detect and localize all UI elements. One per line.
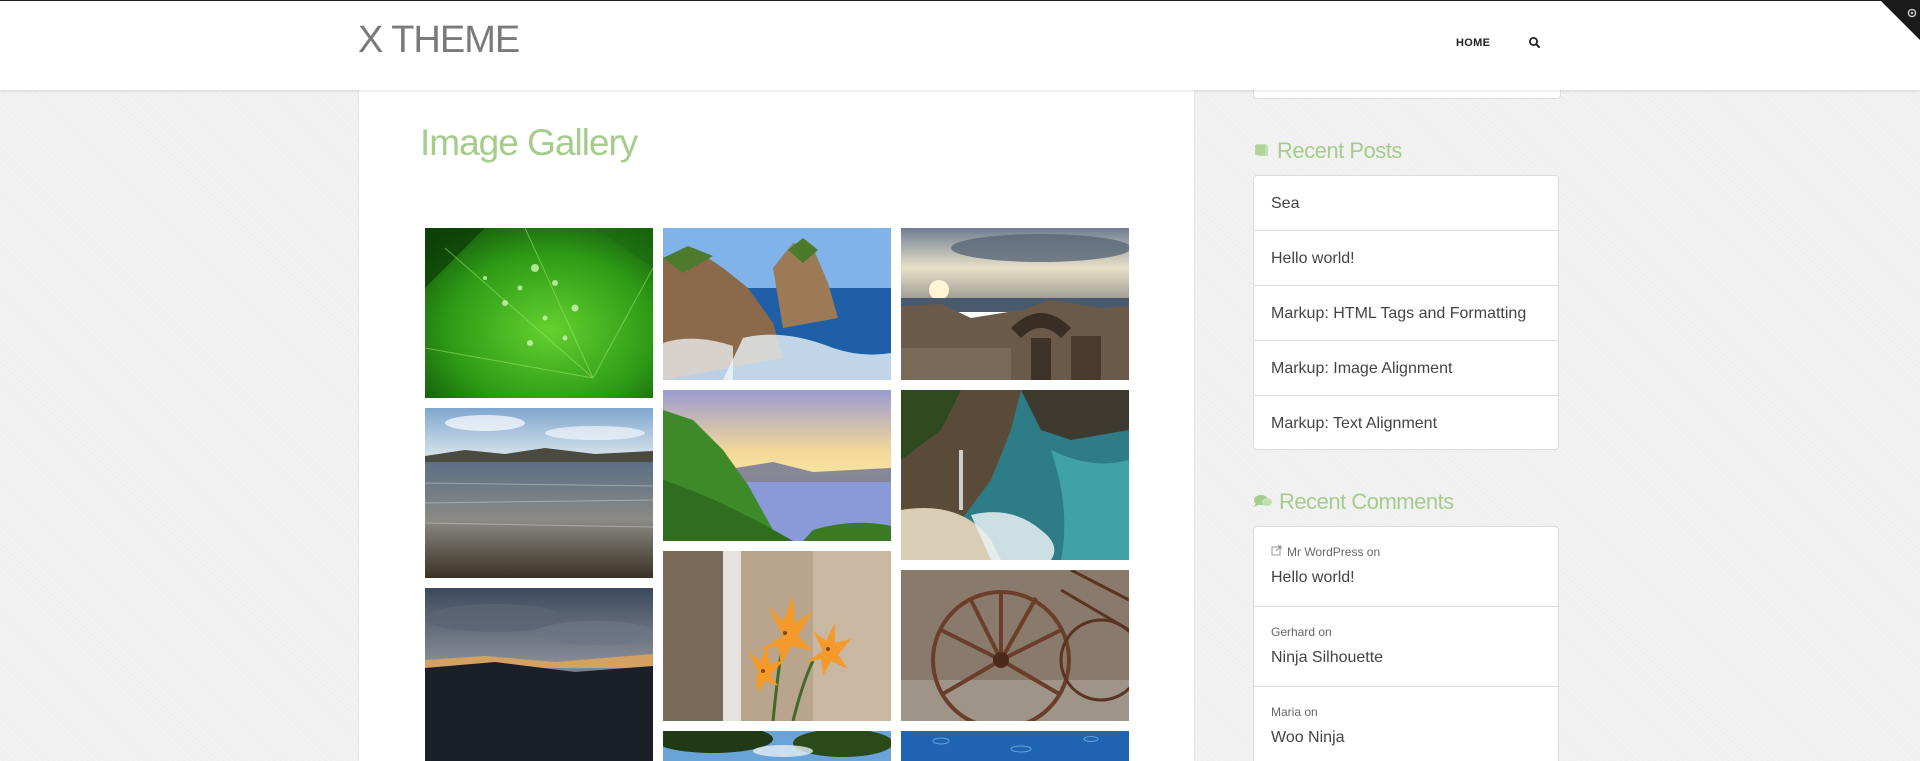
recent-post-item[interactable]: Markup: Text Alignment [1254,396,1558,451]
gallery-image-waterfall-cove[interactable] [901,390,1129,560]
gallery-image-leaf[interactable] [425,228,653,398]
gallery-image-blue-water[interactable] [901,731,1129,761]
comment-post-link[interactable]: Ninja Silhouette [1271,649,1558,667]
gallery-image-rocky-coast[interactable] [663,228,891,380]
site-logo[interactable]: X THEME [358,19,520,62]
comment-on: on [1366,545,1381,559]
comment-author: Gerhard [1271,625,1316,639]
recent-comment-item[interactable]: Mr WordPress on Hello world! [1254,527,1558,607]
recent-post-item[interactable]: Markup: Image Alignment [1254,341,1558,396]
recent-post-item[interactable]: Sea [1254,176,1558,231]
search-icon[interactable] [1527,35,1543,51]
comment-post-link[interactable]: Hello world! [1271,569,1558,587]
top-border [0,0,1920,1]
gallery-image-green-hill-sunset[interactable] [663,390,891,541]
comment-meta: Mr WordPress on [1271,545,1558,559]
speech-bubbles-icon [1253,489,1273,515]
recent-post-item[interactable]: Markup: HTML Tags and Formatting [1254,286,1558,341]
gallery-image-trees[interactable] [663,731,891,761]
comment-meta: Gerhard on [1271,625,1558,639]
gallery-image-dusk-clouds[interactable] [425,588,653,761]
recent-posts-title: Recent Posts [1253,138,1402,164]
recent-comment-item[interactable]: Gerhard on Ninja Silhouette [1254,607,1558,687]
comment-on: on [1304,705,1318,719]
document-icon [1253,138,1271,164]
nav-item-home[interactable]: HOME [1456,37,1490,49]
site-header: X THEME HOME [0,1,1920,90]
recent-post-item[interactable]: Hello world! [1254,231,1558,286]
settings-icon[interactable] [1907,3,1917,18]
gallery-image-water-rocks[interactable] [425,408,653,578]
comment-author: Maria [1271,705,1302,719]
comment-author[interactable]: Mr WordPress [1287,545,1363,559]
recent-posts-list: Sea Hello world! Markup: HTML Tags and F… [1253,175,1559,450]
gallery-image-rock-arch-sunset[interactable] [901,228,1129,380]
recent-comment-item[interactable]: Maria on Woo Ninja [1254,687,1558,761]
page-title: Image Gallery [420,122,638,163]
external-link-icon [1271,545,1282,559]
recent-comments-list: Mr WordPress on Hello world! Gerhard on … [1253,526,1559,761]
comment-post-link[interactable]: Woo Ninja [1271,729,1558,747]
comment-on: on [1318,625,1332,639]
recent-comments-title: Recent Comments [1253,489,1454,515]
gallery-image-wagon-wheel[interactable] [901,570,1129,721]
gallery-image-lily[interactable] [663,551,891,721]
comment-meta: Maria on [1271,705,1558,719]
